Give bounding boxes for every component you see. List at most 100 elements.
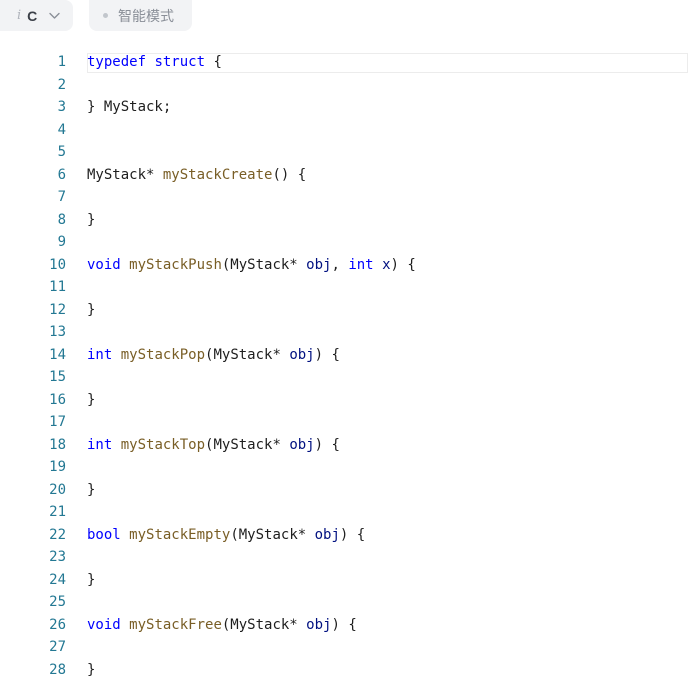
line-number: 2: [57, 76, 66, 93]
line-number: 17: [49, 414, 66, 430]
code-token: (MyStack*: [221, 616, 307, 633]
code-token: ) {: [339, 526, 366, 543]
line-code: }: [87, 659, 95, 682]
code-line[interactable]: 2: [0, 74, 688, 97]
code-line[interactable]: 19: [0, 456, 688, 479]
code-token: (MyStack*: [230, 526, 315, 543]
line-number: 6: [57, 166, 66, 183]
line-code: }: [87, 389, 95, 412]
line-code: bool myStackEmpty(MyStack* obj) {: [87, 524, 365, 547]
chevron-down-icon: [49, 12, 60, 19]
code-line[interactable]: 28}: [0, 659, 688, 682]
line-number: 12: [49, 301, 66, 318]
code-token: obj: [314, 526, 340, 543]
code-token: ) {: [331, 616, 357, 633]
line-code: int myStackPop(MyStack* obj) {: [87, 344, 340, 367]
line-number: 4: [57, 121, 66, 138]
line-number: 27: [49, 639, 66, 655]
mode-label: 智能模式: [118, 7, 174, 24]
line-number: 25: [49, 594, 66, 610]
line-number: 13: [49, 324, 66, 340]
code-token: void: [87, 616, 121, 633]
code-line[interactable]: 5: [0, 141, 688, 164]
code-line[interactable]: 27: [0, 636, 688, 659]
code-token: obj: [306, 256, 332, 273]
line-number: 3: [57, 99, 66, 115]
code-line[interactable]: 20}: [0, 479, 688, 502]
code-line[interactable]: 10 void myStackPush(MyStack* obj, int x) …: [0, 254, 688, 277]
code-line[interactable]: 14 int myStackPop(MyStack* obj) {: [0, 344, 688, 367]
code-token: (MyStack*: [205, 436, 290, 453]
line-code: } MyStack;: [87, 96, 171, 119]
code-token: }: [87, 571, 96, 588]
code-token: myStackCreate: [162, 166, 273, 183]
code-token: myStackEmpty: [129, 526, 231, 543]
line-code: }: [87, 209, 95, 232]
line-number: 5: [57, 144, 66, 160]
code-line[interactable]: 4: [0, 119, 688, 142]
code-line[interactable]: 26 void myStackFree(MyStack* obj) {: [0, 614, 688, 637]
code-token: myStackPop: [120, 346, 206, 363]
line-number: 11: [49, 279, 66, 295]
code-token: myStackTop: [120, 436, 206, 453]
code-line[interactable]: 18 int myStackTop(MyStack* obj) {: [0, 434, 688, 457]
code-line[interactable]: 3 } MyStack;: [0, 96, 688, 119]
code-line[interactable]: 1 typedef struct {: [0, 51, 688, 74]
line-number: 1: [57, 54, 66, 70]
code-token: (MyStack*: [221, 256, 307, 273]
code-token: obj: [289, 346, 315, 363]
code-line[interactable]: 17: [0, 411, 688, 434]
code-line[interactable]: 12}: [0, 299, 688, 322]
code-line[interactable]: 11: [0, 276, 688, 299]
code-line[interactable]: 8}: [0, 209, 688, 232]
code-token: myStackPush: [129, 256, 222, 273]
code-token: obj: [306, 616, 332, 633]
code-token: int: [87, 346, 113, 363]
code-line[interactable]: 23: [0, 546, 688, 569]
code-line[interactable]: 25: [0, 591, 688, 614]
line-code: }: [87, 479, 95, 502]
code-token: int: [87, 436, 113, 453]
code-line[interactable]: 15: [0, 366, 688, 389]
code-token: struct: [154, 54, 206, 70]
line-code: MyStack* myStackCreate() {: [87, 164, 306, 187]
line-number: 14: [49, 346, 66, 363]
code-line[interactable]: 16}: [0, 389, 688, 412]
code-line[interactable]: 22 bool myStackEmpty(MyStack* obj) {: [0, 524, 688, 547]
code-token: ) {: [314, 346, 340, 363]
code-token: }: [87, 391, 96, 408]
line-number: 15: [49, 369, 66, 385]
code-line[interactable]: 6 MyStack* myStackCreate() {: [0, 164, 688, 187]
code-editor[interactable]: 1 typedef struct {2 3} MyStack; 4 5 6 MyStack*…: [0, 51, 688, 683]
line-number: 21: [49, 504, 66, 520]
code-token: x: [382, 256, 391, 273]
smart-mode-toggle[interactable]: 智能模式: [89, 0, 192, 31]
code-line[interactable]: 21: [0, 501, 688, 524]
line-number: 23: [49, 549, 66, 565]
code-token: }: [87, 661, 96, 678]
code-token: () {: [272, 166, 307, 183]
mode-status-dot-icon: [103, 13, 108, 18]
line-code: void myStackFree(MyStack* obj) {: [87, 614, 357, 637]
code-line[interactable]: 7: [0, 186, 688, 209]
line-code: }: [87, 569, 95, 592]
code-token: MyStack*: [87, 166, 163, 183]
language-label: C: [27, 7, 38, 24]
line-number: 20: [49, 481, 66, 498]
line-number: 24: [49, 571, 66, 588]
code-line[interactable]: 9: [0, 231, 688, 254]
code-token: obj: [289, 436, 315, 453]
code-line[interactable]: 24}: [0, 569, 688, 592]
code-token: }: [87, 301, 96, 318]
line-code: typedef struct {: [87, 51, 222, 74]
line-number: 8: [57, 211, 66, 228]
language-select[interactable]: i C: [0, 0, 73, 31]
code-token: }: [87, 211, 96, 228]
code-line[interactable]: 13: [0, 321, 688, 344]
